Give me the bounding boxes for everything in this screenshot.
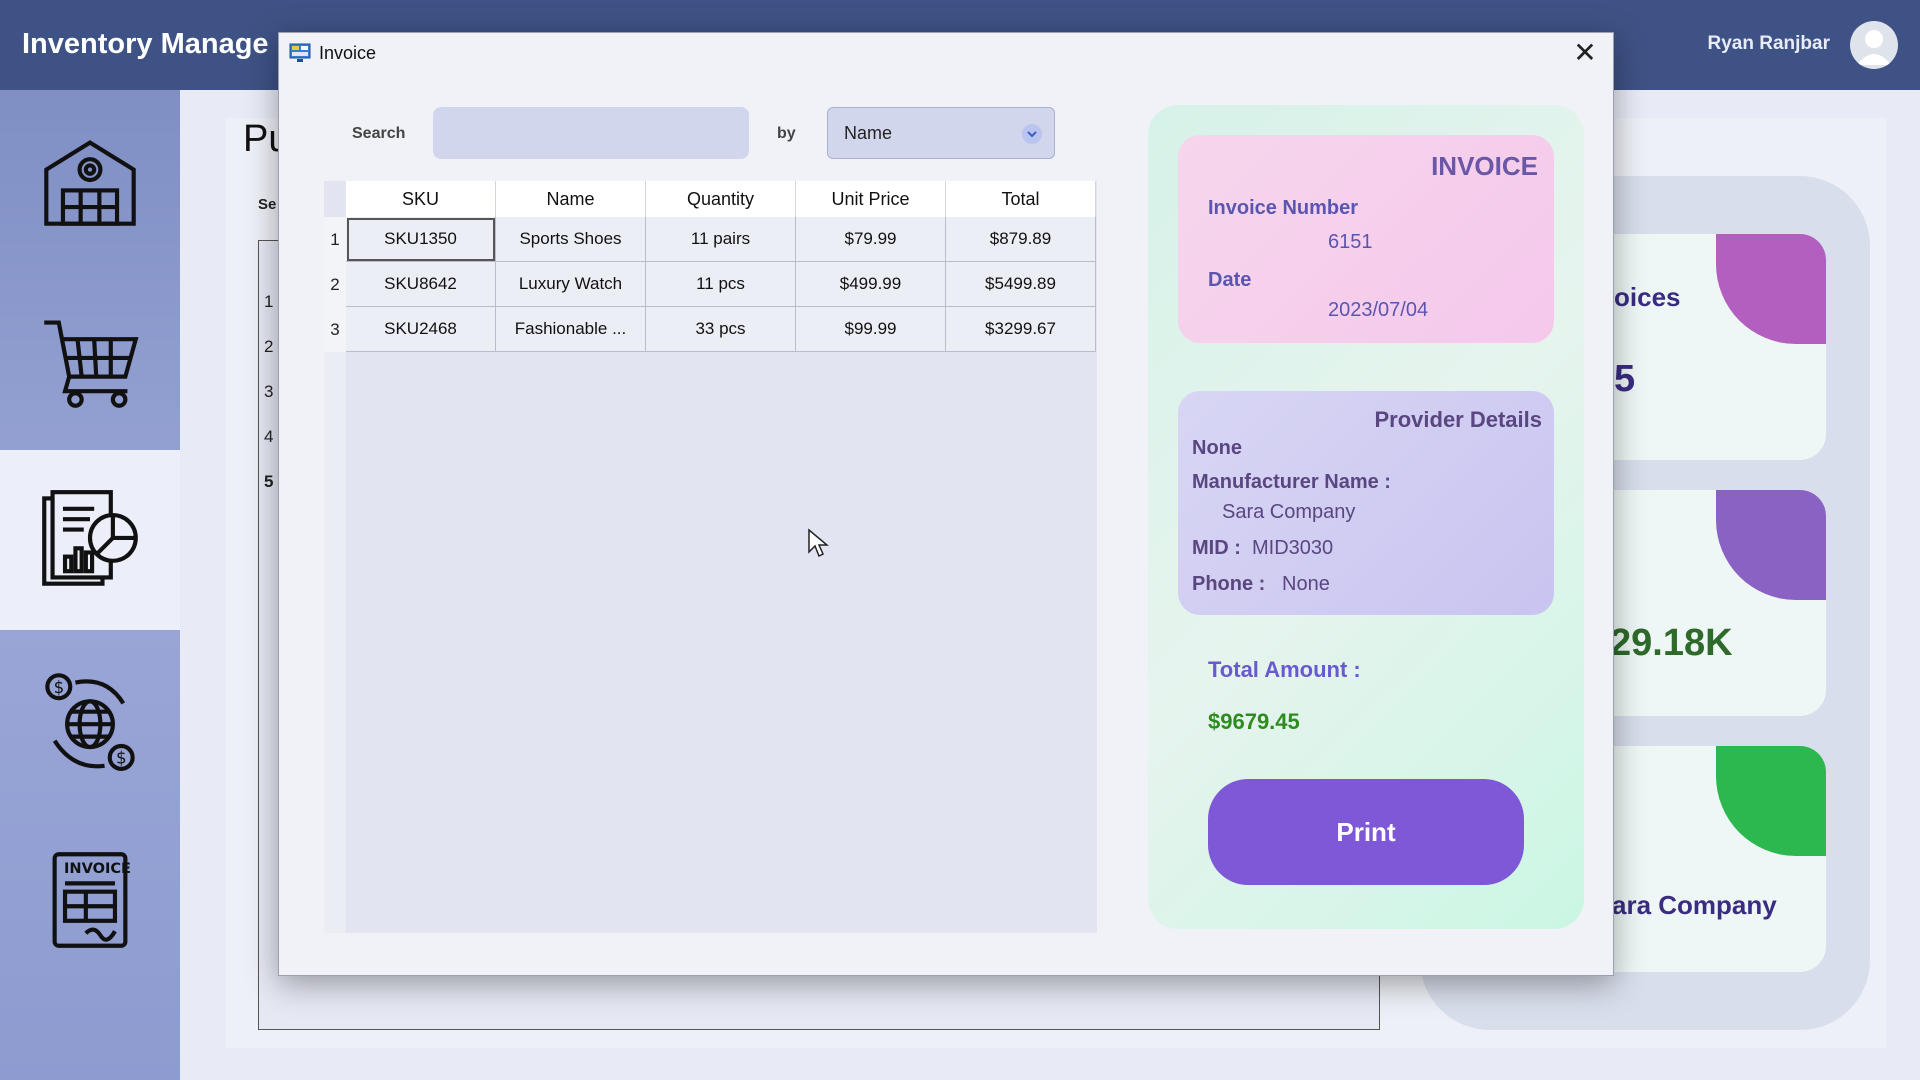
provider-details-card: Provider Details None Manufacturer Name … xyxy=(1178,391,1554,615)
invoice-heading: INVOICE xyxy=(1431,151,1538,181)
cell-sku[interactable]: SKU2468 xyxy=(346,307,496,352)
manufacturer-value: Sara Company xyxy=(1222,501,1356,523)
phone-value: None xyxy=(1282,573,1330,595)
card-decoration xyxy=(1716,490,1826,600)
invoice-number-label: Invoice Number xyxy=(1208,197,1359,219)
app-title: Inventory Manage xyxy=(22,28,269,60)
column-header-total[interactable]: Total xyxy=(946,181,1096,217)
mid-value: MID3030 xyxy=(1252,537,1334,559)
table-row[interactable]: 3 SKU2468 Fashionable ... 33 pcs $99.99 … xyxy=(324,307,1096,352)
column-header-unit-price[interactable]: Unit Price xyxy=(796,181,946,217)
invoice-date-label: Date xyxy=(1208,269,1252,291)
provider-name: None xyxy=(1192,437,1242,459)
total-amount-value: $9679.45 xyxy=(1208,709,1300,734)
table-row[interactable]: 1 SKU1350 Sports Shoes 11 pairs $79.99 $… xyxy=(324,217,1096,262)
shopping-cart-icon xyxy=(44,320,139,408)
mouse-cursor-icon xyxy=(808,528,829,558)
search-input[interactable] xyxy=(433,107,749,159)
column-header-sku[interactable]: SKU xyxy=(346,181,496,217)
sidebar-item-invoices[interactable]: INVOICE xyxy=(0,810,180,990)
row-number[interactable]: 2 xyxy=(324,262,346,307)
cell-unit-price[interactable]: $499.99 xyxy=(796,262,946,307)
invoice-number-value: 6151 xyxy=(1328,231,1373,253)
global-currency-icon: $ $ xyxy=(45,673,135,771)
background-row-number: 4 xyxy=(264,427,274,446)
cell-quantity[interactable]: 11 pairs xyxy=(646,217,796,262)
invoice-dialog: Invoice ✕ Search by Name SKU Name Quanti… xyxy=(278,32,1614,976)
summary-card-value: 29.18K xyxy=(1610,622,1733,664)
cell-unit-price[interactable]: $99.99 xyxy=(796,307,946,352)
sidebar-item-currency[interactable]: $ $ xyxy=(0,630,180,810)
phone-label: Phone : xyxy=(1192,573,1266,595)
sidebar-item-warehouse[interactable] xyxy=(0,90,180,270)
sidebar-item-reports[interactable] xyxy=(0,450,180,630)
dialog-title: Invoice xyxy=(319,43,377,63)
row-number[interactable]: 3 xyxy=(324,307,346,352)
search-by-label: by xyxy=(777,125,796,142)
summary-card-value: 5 xyxy=(1614,358,1636,400)
cell-total[interactable]: $879.89 xyxy=(946,217,1096,262)
search-label: Search xyxy=(352,125,406,142)
cell-name[interactable]: Luxury Watch xyxy=(496,262,646,307)
cell-name[interactable]: Sports Shoes xyxy=(496,217,646,262)
cell-quantity[interactable]: 33 pcs xyxy=(646,307,796,352)
report-icon xyxy=(42,490,138,586)
dialog-titlebar[interactable]: Invoice ✕ xyxy=(279,33,1613,73)
invoice-info-card: INVOICE Invoice Number 6151 Date 2023/07… xyxy=(1178,135,1554,343)
column-header-quantity[interactable]: Quantity xyxy=(646,181,796,217)
svg-text:$: $ xyxy=(54,678,65,697)
background-row-number: 2 xyxy=(264,337,274,356)
table-header: SKU Name Quantity Unit Price Total xyxy=(346,181,1096,217)
cell-total[interactable]: $5499.89 xyxy=(946,262,1096,307)
card-decoration xyxy=(1716,746,1826,856)
warehouse-icon xyxy=(44,140,136,226)
background-row-number: 3 xyxy=(264,382,274,401)
close-button[interactable]: ✕ xyxy=(1567,37,1603,69)
mid-label: MID : xyxy=(1192,537,1241,559)
card-decoration xyxy=(1716,234,1826,344)
cell-total[interactable]: $3299.67 xyxy=(946,307,1096,352)
sidebar-item-cart[interactable] xyxy=(0,270,180,450)
background-search-label: Se xyxy=(258,196,277,213)
invoice-date-value: 2023/07/04 xyxy=(1328,299,1429,321)
search-by-select[interactable]: Name xyxy=(827,107,1055,159)
cell-sku[interactable]: SKU1350 xyxy=(346,217,496,262)
items-table: SKU Name Quantity Unit Price Total 1 SKU… xyxy=(324,181,1097,933)
app-window-icon xyxy=(289,43,311,62)
avatar[interactable] xyxy=(1850,21,1898,69)
total-amount-label: Total Amount : xyxy=(1208,657,1361,682)
user-name[interactable]: Ryan Ranjbar xyxy=(1708,33,1830,55)
background-row-number: 1 xyxy=(264,292,274,311)
provider-heading: Provider Details xyxy=(1374,407,1542,432)
chevron-down-icon xyxy=(1022,124,1042,144)
summary-card-label: oices xyxy=(1614,282,1681,312)
svg-text:INVOICE: INVOICE xyxy=(64,860,131,877)
print-button[interactable]: Print xyxy=(1208,779,1524,885)
column-header-name[interactable]: Name xyxy=(496,181,646,217)
invoice-summary-panel: INVOICE Invoice Number 6151 Date 2023/07… xyxy=(1148,105,1584,929)
cell-name[interactable]: Fashionable ... xyxy=(496,307,646,352)
cell-unit-price[interactable]: $79.99 xyxy=(796,217,946,262)
sidebar: $ $ INVOICE xyxy=(0,90,180,1080)
user-avatar-icon xyxy=(1857,30,1891,65)
cell-quantity[interactable]: 11 pcs xyxy=(646,262,796,307)
background-row-number: 5 xyxy=(264,472,274,491)
search-by-value: Name xyxy=(844,123,893,143)
svg-text:$: $ xyxy=(116,749,127,768)
summary-card-value: ara Company xyxy=(1612,890,1777,920)
row-number[interactable]: 1 xyxy=(324,217,346,262)
invoice-icon: INVOICE xyxy=(52,852,131,948)
table-row[interactable]: 2 SKU8642 Luxury Watch 11 pcs $499.99 $5… xyxy=(324,262,1096,307)
manufacturer-label: Manufacturer Name : xyxy=(1192,471,1391,493)
close-icon: ✕ xyxy=(1573,37,1597,68)
cell-sku[interactable]: SKU8642 xyxy=(346,262,496,307)
